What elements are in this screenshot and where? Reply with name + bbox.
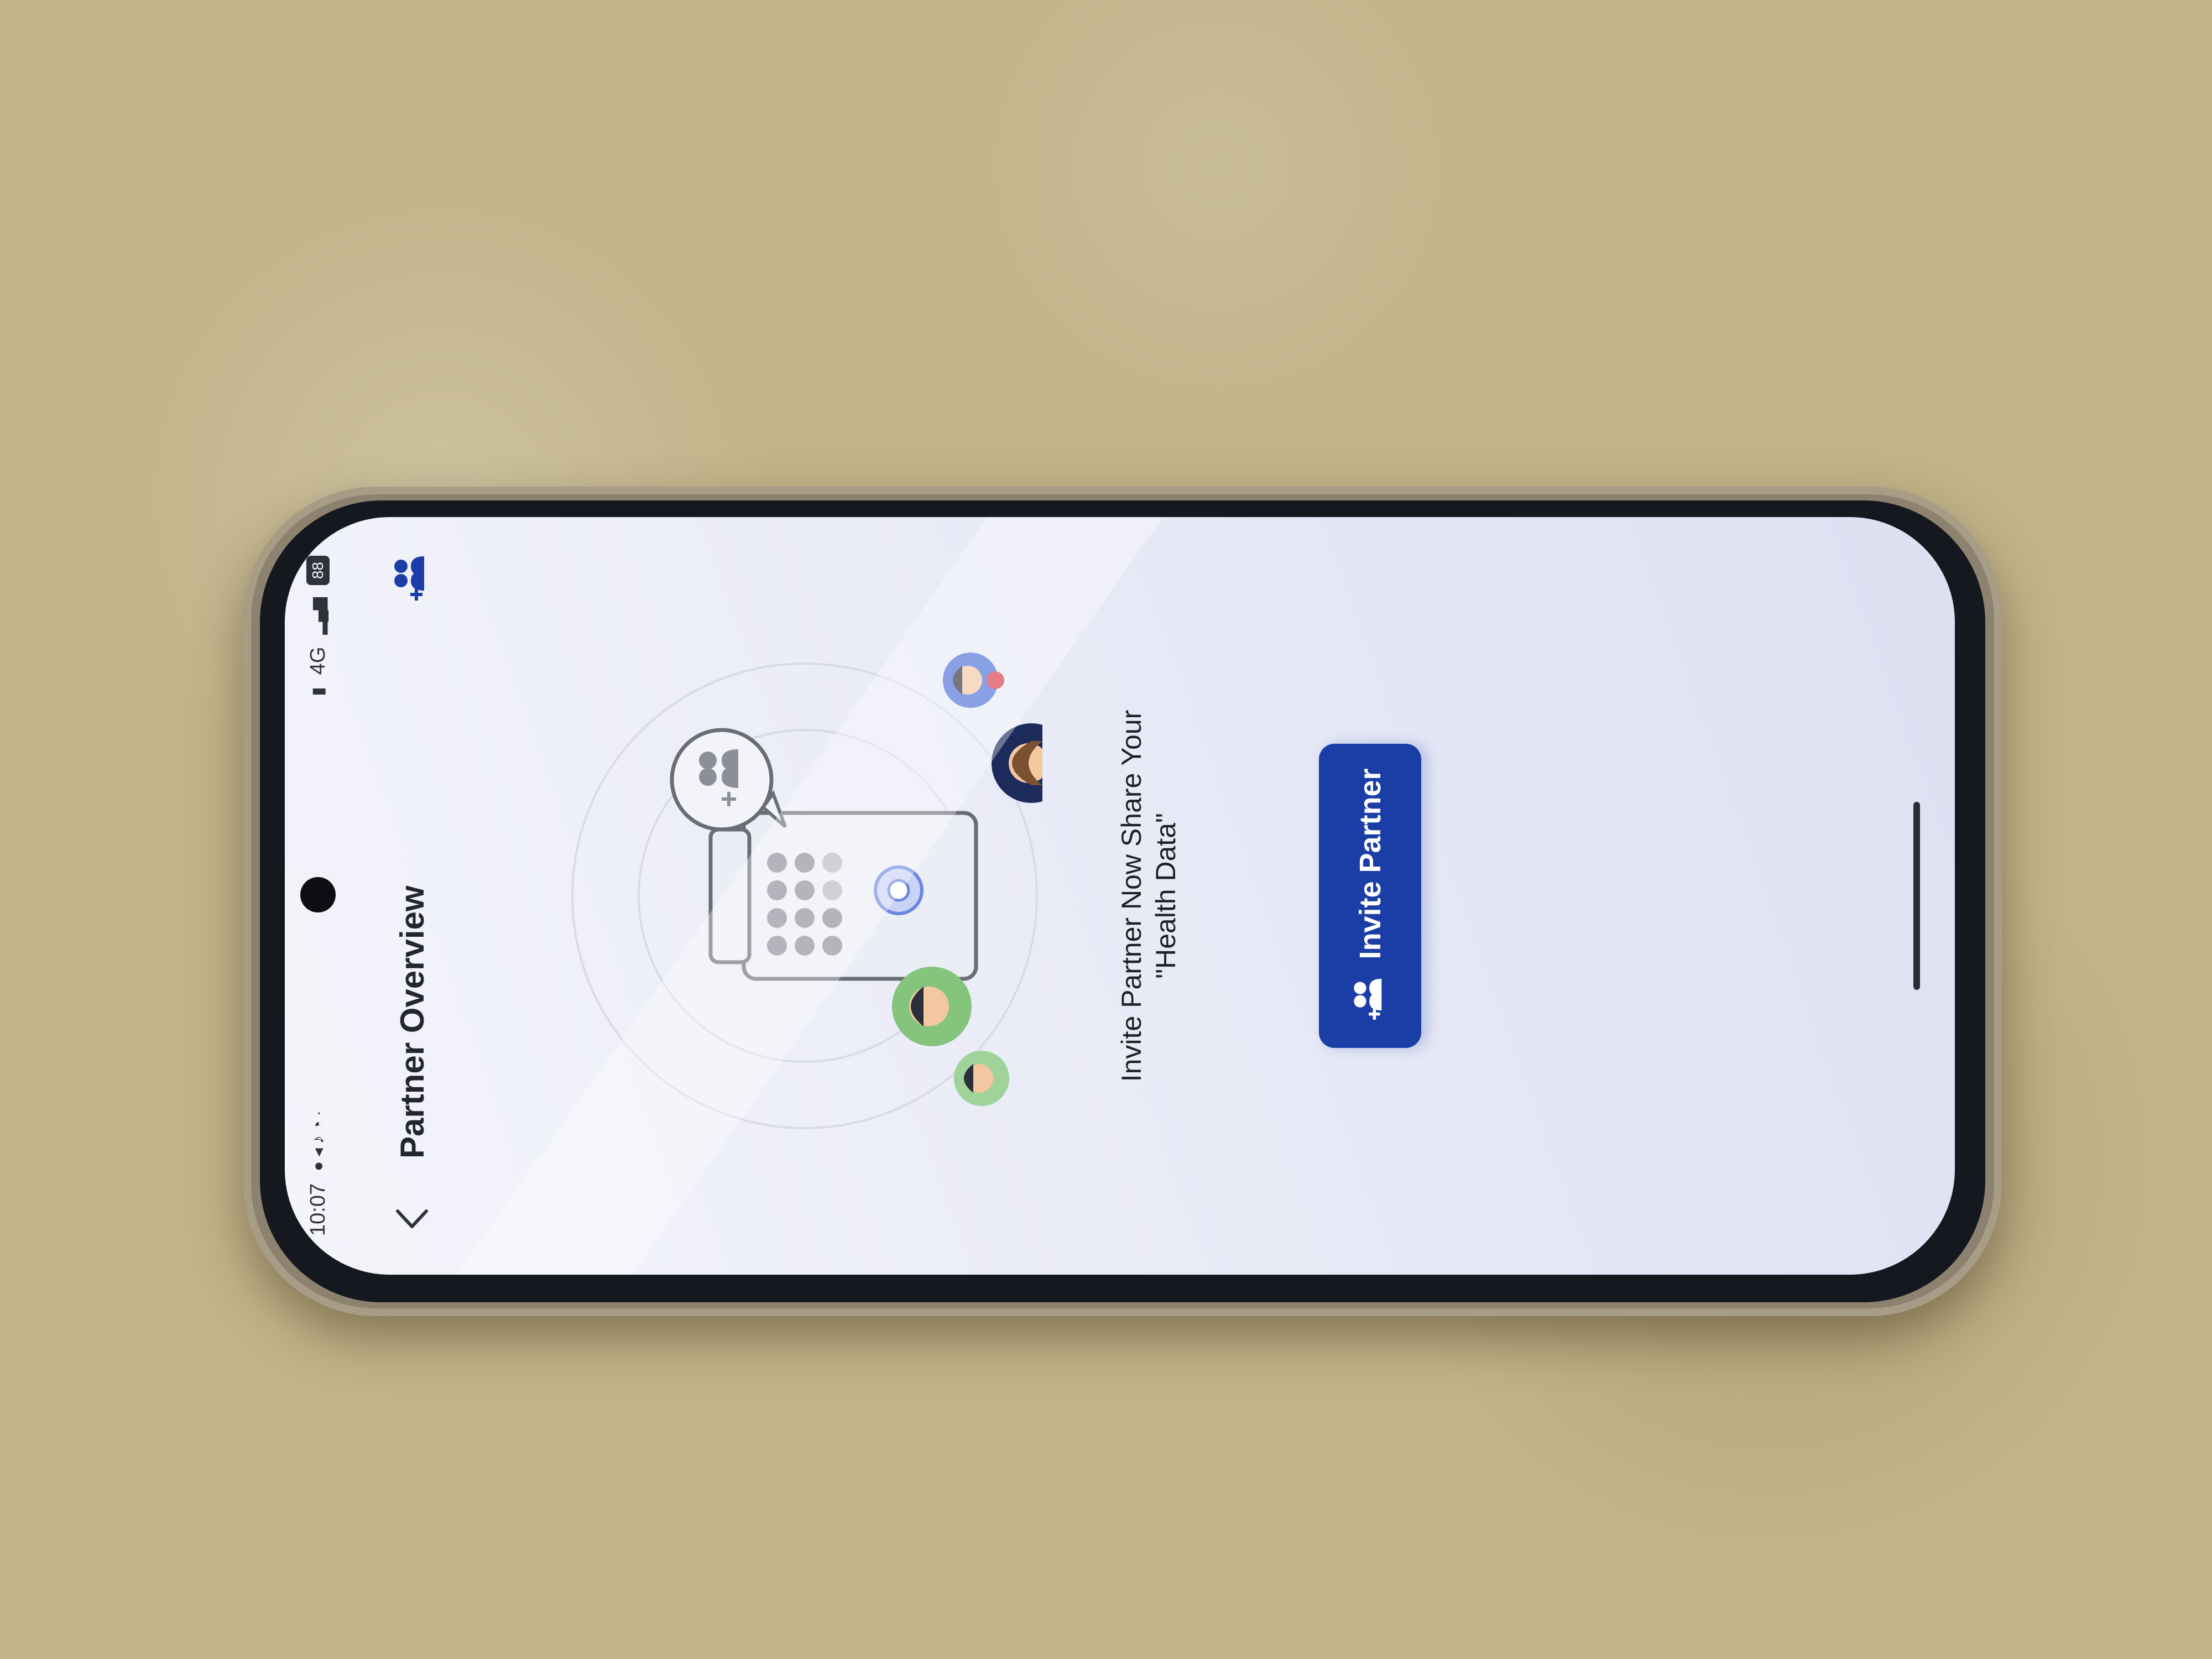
status-time: 10:07 — [306, 1183, 330, 1236]
notification-icons: ● ◂ ♪ ◔ · — [309, 1110, 327, 1171]
avatar-right — [943, 653, 1004, 708]
app-bar: Partner Overview — [368, 517, 456, 1275]
home-indicator[interactable] — [1913, 802, 1920, 990]
invite-partner-button[interactable]: Invite Partner — [1319, 744, 1421, 1048]
invite-message-line2: "Health Data" — [1150, 813, 1181, 979]
add-partner-header-button[interactable] — [384, 550, 440, 606]
invite-partner-button-label: Invite Partner — [1353, 768, 1387, 959]
network-type: 4G — [306, 646, 330, 675]
device-icon — [708, 811, 978, 981]
partner-illustration — [545, 647, 1071, 1145]
avatar-bottom-left — [954, 1051, 1009, 1106]
invite-message-line1: Invite Partner Now Share Your — [1116, 709, 1147, 1082]
illustration-graphic — [571, 653, 1071, 1129]
status-right: ▮ 4G ▂▄▆ 88 — [306, 556, 330, 696]
avatar-bottom-right — [992, 723, 1071, 803]
app-screen: 10:07 ● ◂ ♪ ◔ · ▮ 4G ▂▄▆ 88 Partner Over… — [285, 517, 1955, 1275]
front-camera — [300, 877, 336, 912]
add-people-icon — [1353, 978, 1381, 1020]
invite-message: Invite Partner Now Share Your "Health Da… — [1114, 517, 1183, 1275]
signal-icon: ▂▄▆ — [309, 597, 327, 635]
status-left: 10:07 ● ◂ ♪ ◔ · — [306, 1110, 330, 1236]
chevron-left-icon — [396, 1209, 428, 1228]
avatar-left — [892, 967, 972, 1046]
page-title: Partner Overview — [393, 885, 431, 1159]
vibrate-icon: ▮ — [309, 687, 327, 696]
back-button[interactable] — [390, 1197, 434, 1241]
add-people-icon — [394, 556, 424, 601]
battery-indicator: 88 — [306, 556, 330, 586]
phone-screen: 10:07 ● ◂ ♪ ◔ · ▮ 4G ▂▄▆ 88 Partner Over… — [285, 517, 1955, 1275]
